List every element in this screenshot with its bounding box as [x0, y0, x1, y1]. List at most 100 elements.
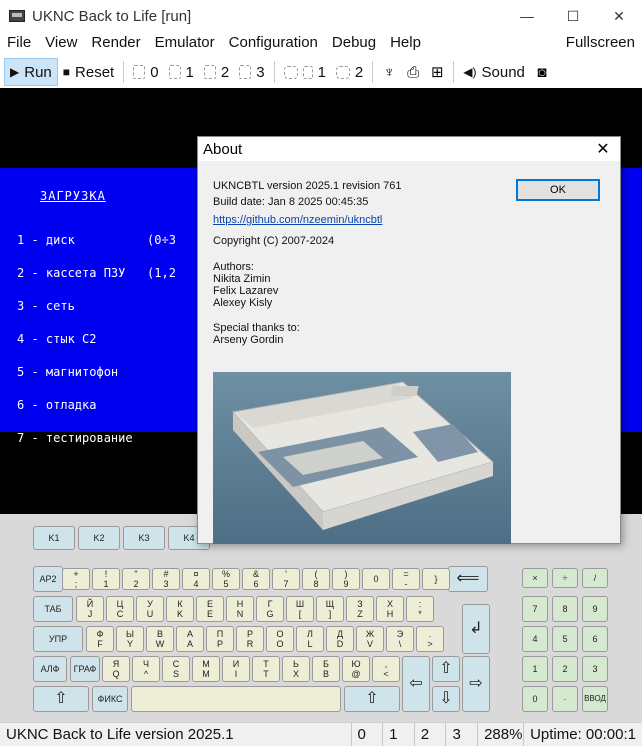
key-row1-5[interactable]: % 5 [212, 568, 240, 590]
key-row1-7[interactable]: ' 7 [272, 568, 300, 590]
key-row4-2[interactable]: СS [162, 656, 190, 682]
menu-fullscreen[interactable]: Fullscreen [559, 32, 642, 54]
key-alf[interactable]: АЛФ [33, 656, 67, 682]
key-row2-8[interactable]: Щ] [316, 596, 344, 622]
key-down[interactable]: ⇩ [432, 686, 460, 712]
key-row3-9[interactable]: ЖV [356, 626, 384, 652]
key-row1-6[interactable]: & 6 [242, 568, 270, 590]
key-row4-3[interactable]: МM [192, 656, 220, 682]
numpad-3[interactable]: 3 [582, 656, 608, 682]
ok-button[interactable]: OK [516, 179, 600, 201]
key-row2-9[interactable]: ЗZ [346, 596, 374, 622]
key-row2-2[interactable]: УU [136, 596, 164, 622]
numpad-2[interactable]: 2 [552, 656, 578, 682]
key-up[interactable]: ⇧ [432, 656, 460, 682]
key-row1-3[interactable]: #3 [152, 568, 180, 590]
menu-configuration[interactable]: Configuration [222, 32, 325, 54]
camera-icon[interactable]: ◙ [531, 61, 553, 83]
numpad-0[interactable]: 0 [522, 686, 548, 712]
key-row1-9[interactable]: ) 9 [332, 568, 360, 590]
printer-icon[interactable]: ⎙ [402, 61, 424, 83]
key-right[interactable]: ⇨ [462, 656, 490, 712]
numpad-4[interactable]: 4 [522, 626, 548, 652]
dialog-close-button[interactable]: ✕ [586, 137, 620, 161]
minimize-button[interactable]: — [504, 0, 550, 32]
key-upr[interactable]: УПР [33, 626, 83, 652]
key-row3-10[interactable]: Э \ [386, 626, 414, 652]
menu-render[interactable]: Render [84, 32, 147, 54]
numpad-div[interactable]: ÷ [552, 568, 578, 588]
key-row3-1[interactable]: ЫY [116, 626, 144, 652]
menu-debug[interactable]: Debug [325, 32, 383, 54]
key-backspace[interactable]: ⟸ [448, 566, 488, 592]
key-row3-8[interactable]: ДD [326, 626, 354, 652]
numpad-enter[interactable]: ВВОД [582, 686, 608, 712]
key-row4-5[interactable]: ТT [252, 656, 280, 682]
key-row1-12[interactable]: } [422, 568, 450, 590]
numpad-mul[interactable]: × [522, 568, 548, 588]
key-row3-11[interactable]: . > [416, 626, 444, 652]
about-link[interactable]: https://github.com/nzeemin/ukncbtl [213, 214, 382, 226]
key-row3-6[interactable]: ОO [266, 626, 294, 652]
key-k1[interactable]: K1 [33, 526, 75, 550]
key-fiks[interactable]: ФИКС [92, 686, 128, 712]
key-tab[interactable]: ТАБ [33, 596, 73, 622]
network-icon[interactable]: ⊞ [426, 61, 448, 83]
key-row2-4[interactable]: ЕE [196, 596, 224, 622]
menu-view[interactable]: View [38, 32, 84, 54]
key-row4-0[interactable]: ЯQ [102, 656, 130, 682]
key-row1-2[interactable]: " 2 [122, 568, 150, 590]
key-row3-4[interactable]: ПP [206, 626, 234, 652]
close-button[interactable]: ✕ [596, 0, 642, 32]
key-ar2[interactable]: АР2 [33, 566, 63, 592]
cartridge-2-button[interactable]: 2 [331, 58, 368, 86]
sound-button[interactable]: ◀) Sound [458, 58, 530, 86]
key-space[interactable] [131, 686, 341, 712]
reset-button[interactable]: ■ Reset [58, 58, 119, 86]
key-row2-6[interactable]: ГG [256, 596, 284, 622]
numpad-dot[interactable]: · [552, 686, 578, 712]
numpad-7[interactable]: 7 [522, 596, 548, 622]
key-row3-2[interactable]: ВW [146, 626, 174, 652]
key-row1-1[interactable]: ! 1 [92, 568, 120, 590]
cartridge-1-button[interactable]: 1 [279, 58, 331, 86]
numpad-slash[interactable]: / [582, 568, 608, 588]
joystick-icon[interactable]: ♆ [378, 61, 400, 83]
key-row2-11[interactable]: : * [406, 596, 434, 622]
maximize-button[interactable]: ☐ [550, 0, 596, 32]
key-row2-7[interactable]: Ш[ [286, 596, 314, 622]
key-k3[interactable]: K3 [123, 526, 165, 550]
key-row1-8[interactable]: (8 [302, 568, 330, 590]
numpad-1[interactable]: 1 [522, 656, 548, 682]
key-graf[interactable]: ГРАФ [70, 656, 100, 682]
disk-2-button[interactable]: 2 [199, 58, 234, 86]
numpad-6[interactable]: 6 [582, 626, 608, 652]
key-row3-7[interactable]: ЛL [296, 626, 324, 652]
key-row2-3[interactable]: КK [166, 596, 194, 622]
key-enter[interactable]: ↲ [462, 604, 490, 654]
disk-3-button[interactable]: 3 [234, 58, 269, 86]
key-shift-right[interactable]: ⇧ [344, 686, 400, 712]
key-shift-left[interactable]: ⇧ [33, 686, 89, 712]
key-k2[interactable]: K2 [78, 526, 120, 550]
key-row2-1[interactable]: ЦC [106, 596, 134, 622]
key-row2-10[interactable]: ХH [376, 596, 404, 622]
key-row1-0[interactable]: +; [62, 568, 90, 590]
numpad-8[interactable]: 8 [552, 596, 578, 622]
disk-0-button[interactable]: 0 [128, 58, 163, 86]
key-row4-6[interactable]: ЬX [282, 656, 310, 682]
key-row3-5[interactable]: РR [236, 626, 264, 652]
key-row3-3[interactable]: АA [176, 626, 204, 652]
key-row2-5[interactable]: НN [226, 596, 254, 622]
key-left[interactable]: ⇦ [402, 656, 430, 712]
menu-emulator[interactable]: Emulator [148, 32, 222, 54]
run-button[interactable]: ▶ Run [4, 58, 58, 86]
key-row1-4[interactable]: ¤ 4 [182, 568, 210, 590]
menu-file[interactable]: File [0, 32, 38, 54]
key-row4-9[interactable]: , < [372, 656, 400, 682]
key-row4-4[interactable]: ИI [222, 656, 250, 682]
key-row3-0[interactable]: ФF [86, 626, 114, 652]
key-row1-10[interactable]: 0 [362, 568, 390, 590]
key-row4-8[interactable]: Ю @ [342, 656, 370, 682]
key-row1-11[interactable]: = - [392, 568, 420, 590]
